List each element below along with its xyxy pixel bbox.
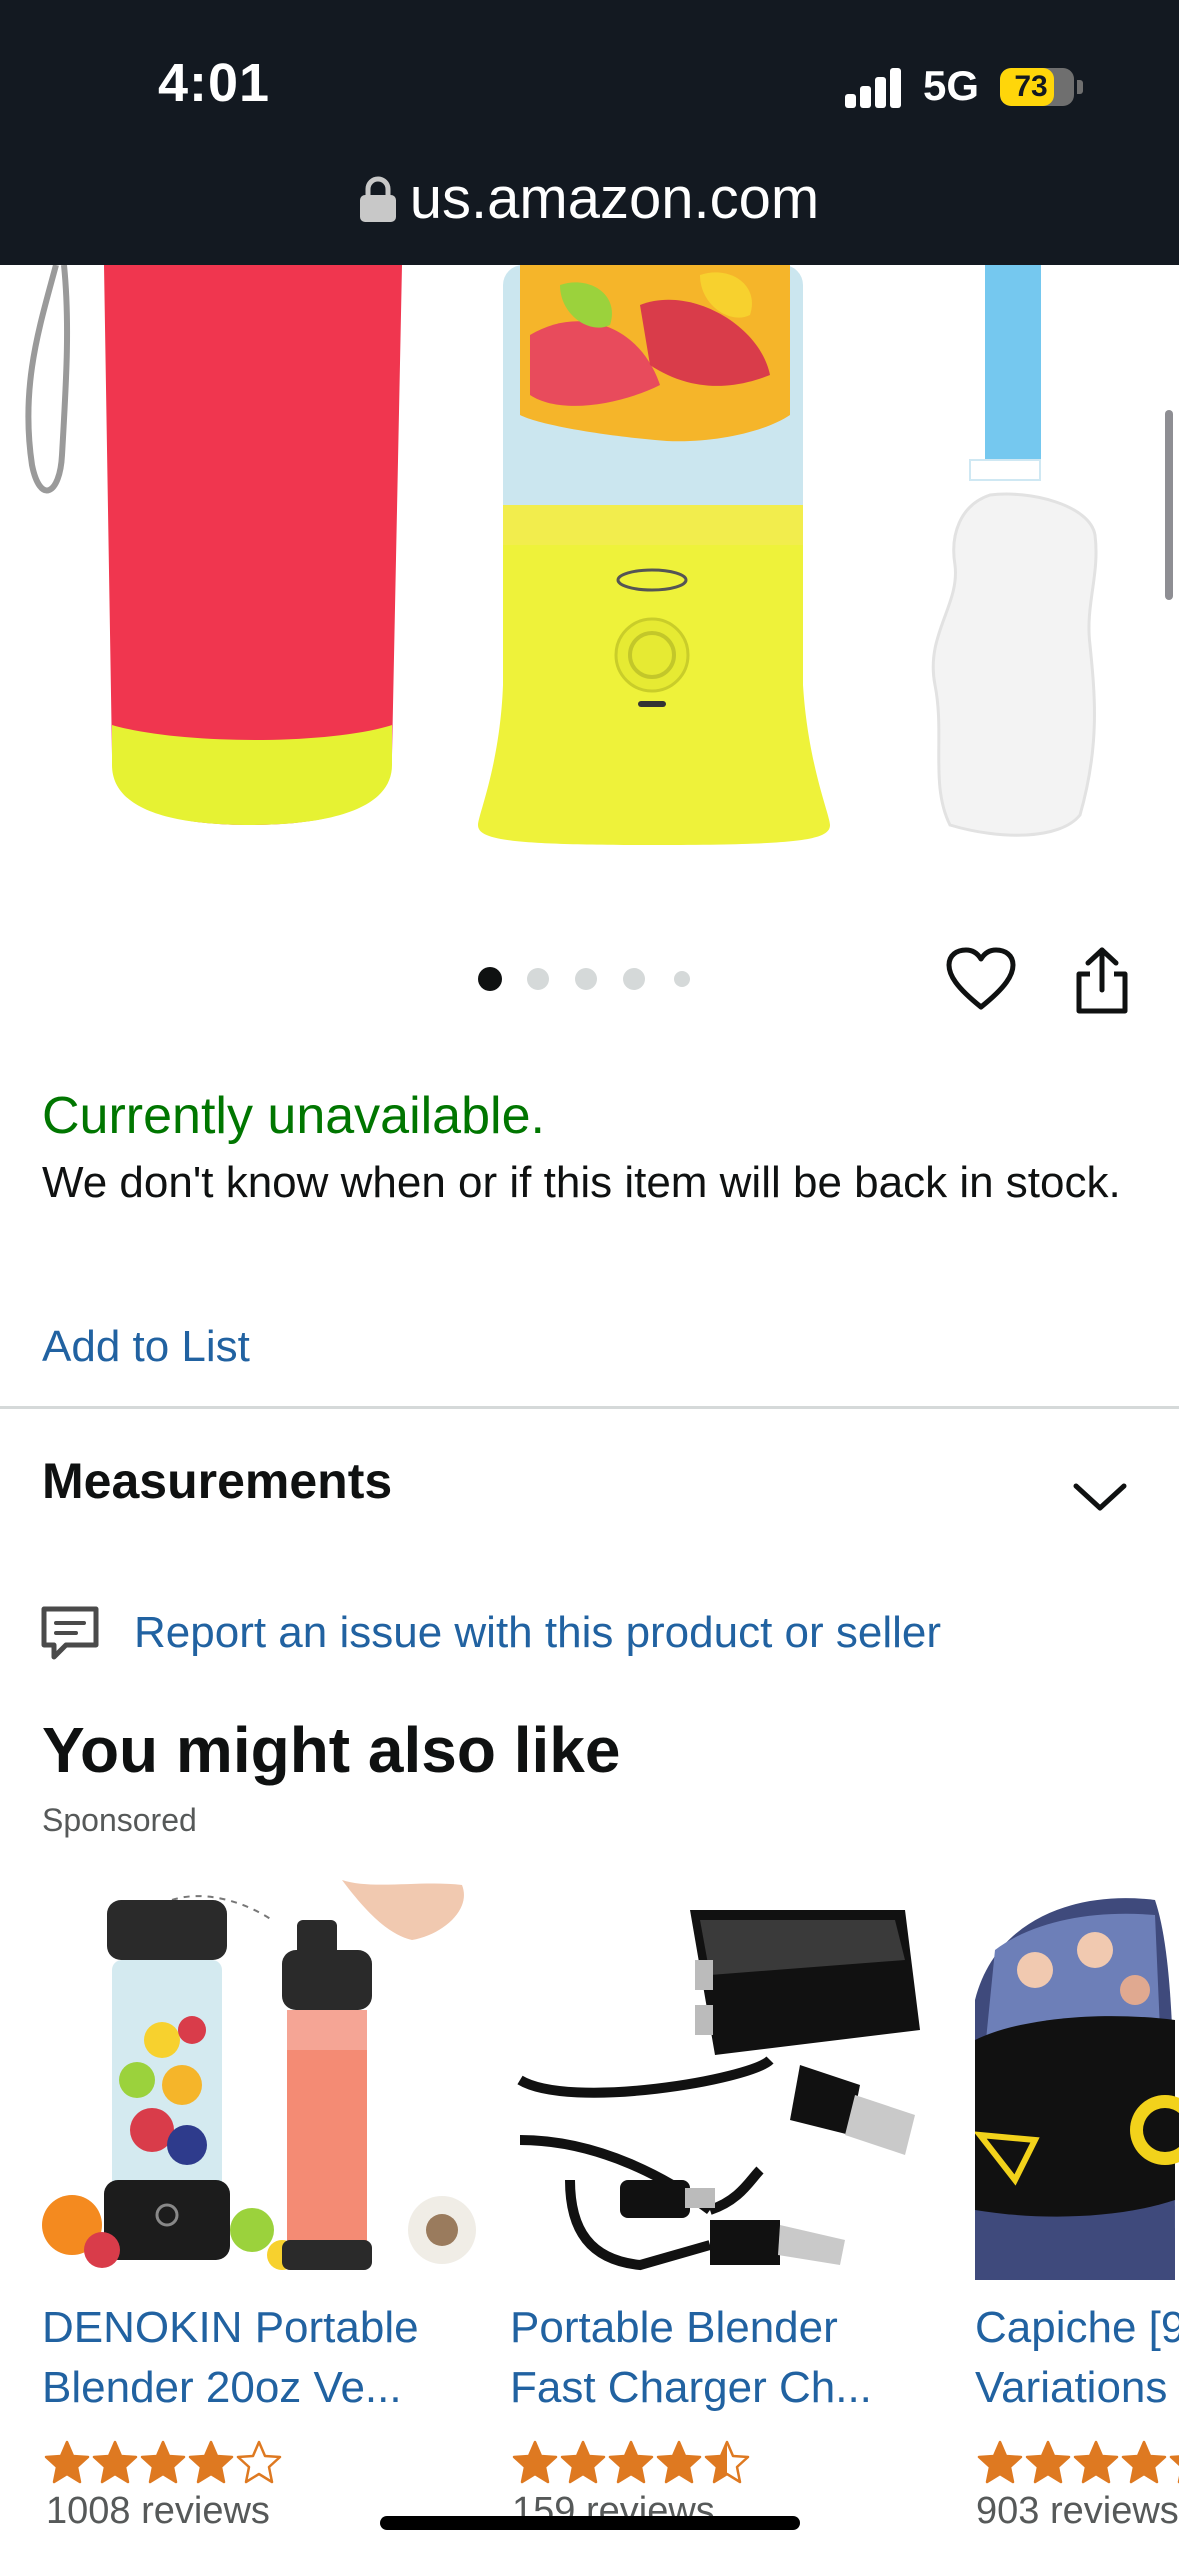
- url-text: us.amazon.com: [409, 166, 820, 231]
- product-card[interactable]: DENOKIN Portable Blender 20oz Ve...: [42, 1880, 482, 2556]
- product-thumbnail[interactable]: [975, 1880, 1179, 2280]
- battery-nub: [1077, 80, 1083, 94]
- review-count[interactable]: 903 reviews: [976, 2490, 1179, 2533]
- star-full-icon: [188, 2440, 234, 2484]
- star-half-icon: [704, 2440, 750, 2484]
- star-full-icon: [656, 2440, 702, 2484]
- star-full-icon: [140, 2440, 186, 2484]
- product-card[interactable]: Capiche [9 Variations: [975, 1880, 1179, 2556]
- section-divider: [0, 1406, 1179, 1409]
- battery-percent: 73: [1014, 70, 1048, 103]
- product-title[interactable]: Portable Blender Fast Charger Ch...: [510, 2298, 980, 2418]
- home-indicator[interactable]: [380, 2516, 800, 2530]
- share-icon[interactable]: [1070, 946, 1134, 1016]
- star-full-icon: [977, 2440, 1023, 2484]
- add-to-list-link[interactable]: Add to List: [42, 1322, 250, 1372]
- browser-top-bar: 4:01 5G 73 us.amazon.com: [0, 0, 1179, 265]
- report-issue-link[interactable]: Report an issue with this product or sel…: [134, 1608, 941, 1658]
- page-scrollbar[interactable]: [1165, 410, 1173, 600]
- chat-bubble-icon: [40, 1605, 100, 1663]
- review-count[interactable]: 1008 reviews: [46, 2490, 270, 2533]
- recommendations-heading: You might also like: [42, 1714, 621, 1786]
- pagination-dot[interactable]: [527, 968, 549, 990]
- cellular-signal-icon: [845, 68, 903, 108]
- chevron-down-icon[interactable]: [1072, 1480, 1128, 1514]
- star-full-icon: [1073, 2440, 1119, 2484]
- pagination-dot-active[interactable]: [478, 967, 502, 991]
- star-full-icon: [1025, 2440, 1071, 2484]
- star-full-icon: [44, 2440, 90, 2484]
- battery-icon: 73: [1000, 68, 1074, 106]
- network-type: 5G: [923, 62, 980, 109]
- pagination-dot[interactable]: [674, 971, 690, 987]
- product-title[interactable]: DENOKIN Portable Blender 20oz Ve...: [42, 2298, 512, 2418]
- product-image-gallery[interactable]: [0, 265, 1179, 905]
- availability-status: Currently unavailable.: [42, 1087, 545, 1145]
- star-full-icon: [560, 2440, 606, 2484]
- measurements-header[interactable]: Measurements: [42, 1452, 392, 1510]
- product-image: [25, 265, 1098, 845]
- sponsored-label: Sponsored: [42, 1802, 197, 1838]
- product-thumbnail[interactable]: [42, 1880, 482, 2280]
- product-title[interactable]: Capiche [9 Variations: [975, 2298, 1179, 2418]
- status-time: 4:01: [158, 53, 271, 113]
- star-full-icon: [608, 2440, 654, 2484]
- product-card[interactable]: Portable Blender Fast Charger Ch...: [510, 1880, 950, 2556]
- lock-icon: [359, 169, 396, 222]
- star-full-icon: [1169, 2455, 1179, 2484]
- star-full-icon: [512, 2440, 558, 2484]
- heart-icon[interactable]: [946, 947, 1016, 1011]
- pagination-dot[interactable]: [575, 968, 597, 990]
- star-empty-icon: [236, 2440, 282, 2484]
- product-thumbnail[interactable]: [510, 1880, 950, 2280]
- star-full-icon: [1121, 2440, 1167, 2484]
- star-full-icon: [92, 2440, 138, 2484]
- pagination-dot[interactable]: [623, 968, 645, 990]
- address-bar[interactable]: us.amazon.com: [0, 165, 1179, 232]
- availability-description: We don't know when or if this item will …: [42, 1158, 1121, 1207]
- product-page: 4:01 5G 73 us.amazon.com Currently unava…: [0, 0, 1179, 2556]
